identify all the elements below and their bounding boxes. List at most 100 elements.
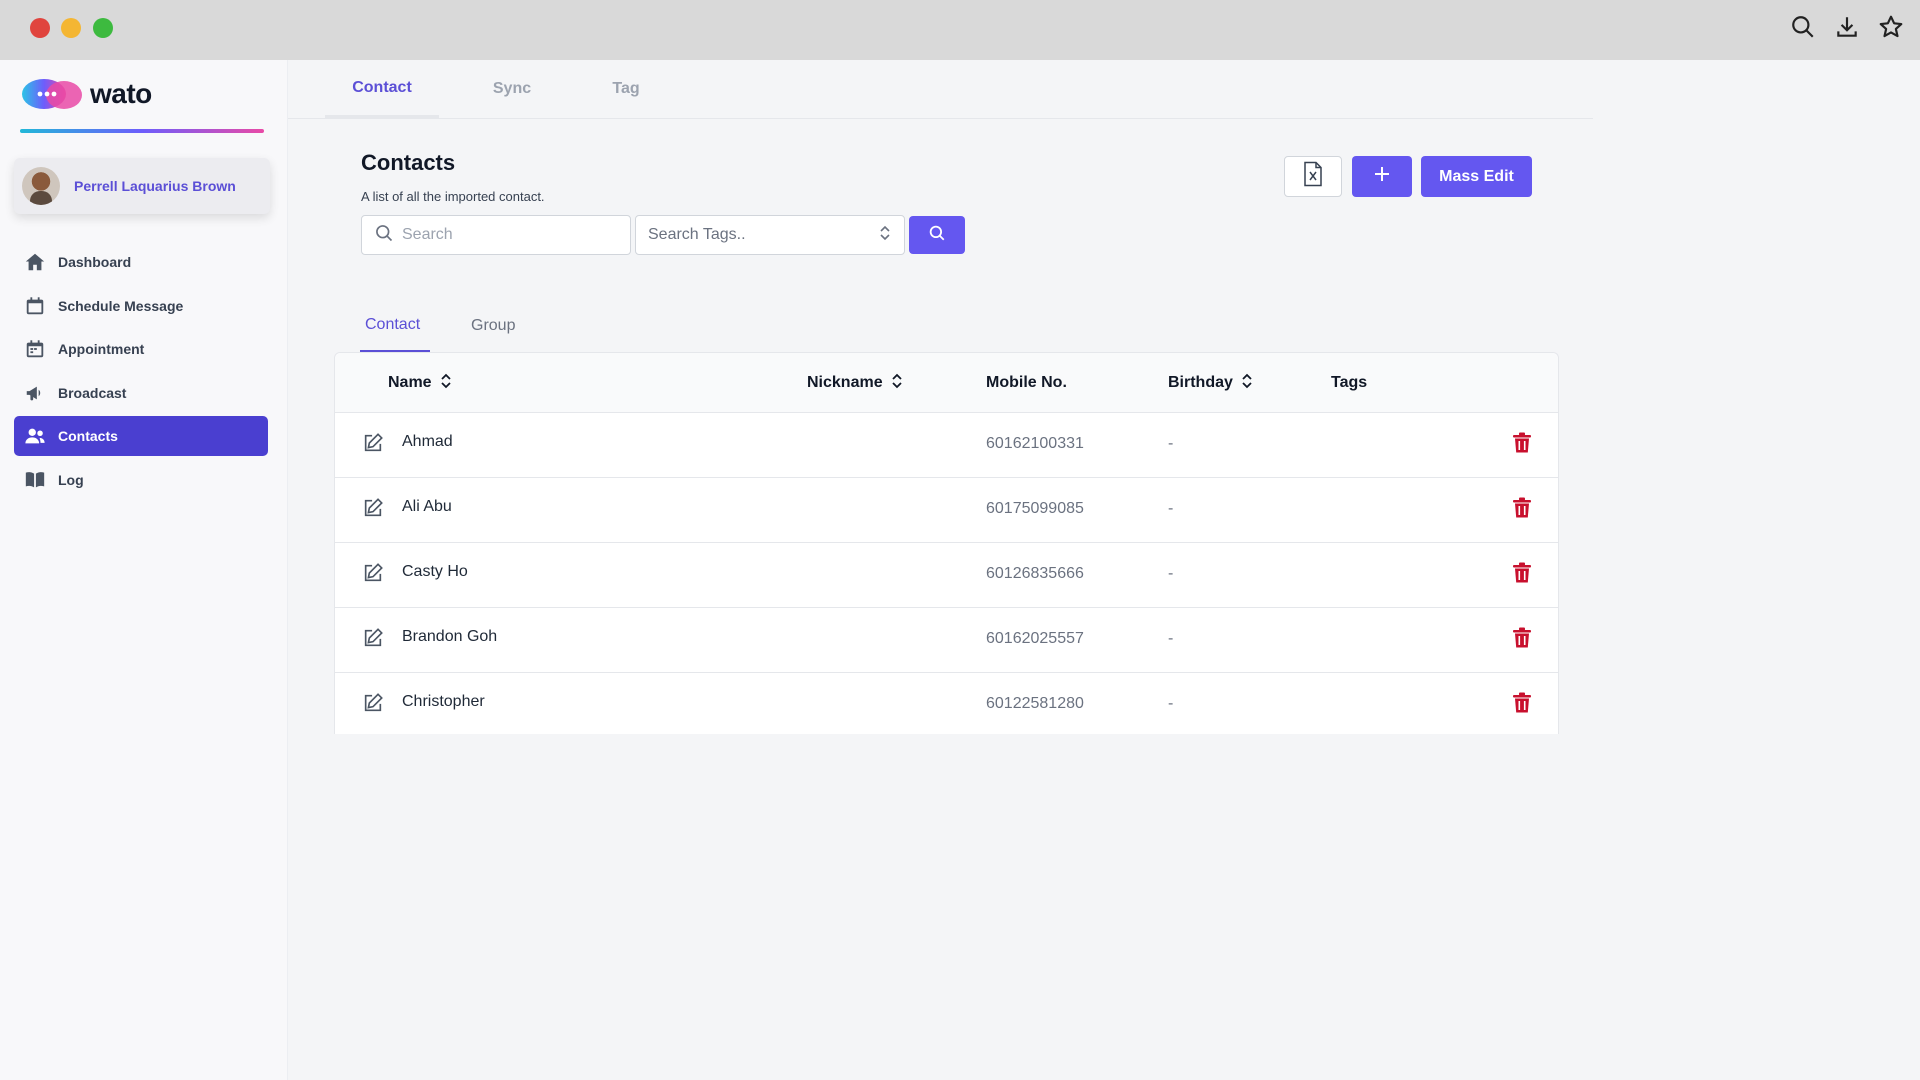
maximize-window-button[interactable] [93, 18, 113, 38]
cell-name: Christopher [402, 693, 485, 710]
sidebar-item-label: Contacts [58, 428, 118, 444]
avatar [22, 167, 60, 205]
table-header: Name Nickname Mobile No. Birthday Tags [335, 353, 1558, 413]
star-icon[interactable] [1878, 14, 1904, 40]
top-tabs: Contact Sync Tag [325, 60, 667, 118]
column-label: Birthday [1168, 374, 1233, 391]
page-title: Contacts [361, 150, 456, 175]
tag-search-placeholder: Search Tags.. [648, 226, 746, 243]
edit-icon[interactable] [362, 432, 384, 454]
calendar-icon [24, 338, 46, 360]
sidebar-item-schedule-message[interactable]: Schedule Message [14, 286, 268, 326]
edit-icon[interactable] [362, 692, 384, 714]
sidebar-item-label: Dashboard [58, 254, 132, 270]
trash-icon[interactable] [1512, 432, 1532, 454]
page-subtitle: A list of all the imported contact. [361, 189, 545, 204]
brand-logo[interactable]: wato [20, 76, 152, 112]
column-label: Tags [1331, 374, 1368, 391]
column-label: Nickname [807, 374, 883, 391]
cell-mobile: 60122581280 [986, 695, 1084, 712]
search-input[interactable] [402, 226, 602, 244]
chevron-up-down-icon [878, 224, 892, 247]
cell-name: Casty Ho [402, 563, 468, 580]
mass-edit-button[interactable]: Mass Edit [1421, 156, 1532, 197]
close-window-button[interactable] [30, 18, 50, 38]
cell-birthday: - [1168, 565, 1174, 582]
tab-contact[interactable]: Contact [325, 60, 439, 118]
search-icon[interactable] [1790, 14, 1816, 40]
column-header-tags: Tags [1331, 353, 1367, 413]
download-icon[interactable] [1834, 14, 1860, 40]
column-header-name[interactable]: Name [388, 353, 452, 413]
column-header-birthday[interactable]: Birthday [1168, 353, 1253, 413]
cell-birthday: - [1168, 630, 1174, 647]
cell-mobile: 60175099085 [986, 500, 1084, 517]
sidebar-item-dashboard[interactable]: Dashboard [14, 242, 268, 282]
edit-icon[interactable] [362, 497, 384, 519]
sidebar: wato Perrell Laquarius Brown Dashboard S… [0, 60, 288, 1080]
tab-tag[interactable]: Tag [585, 60, 667, 118]
export-excel-button[interactable] [1284, 156, 1342, 197]
tab-sync[interactable]: Sync [439, 60, 585, 118]
sort-icon [440, 372, 452, 395]
sidebar-item-log[interactable]: Log [14, 460, 268, 500]
sidebar-item-label: Appointment [58, 341, 145, 357]
trash-icon[interactable] [1512, 562, 1532, 584]
sidebar-item-label: Schedule Message [58, 297, 184, 314]
table-row: Ahmad 60162100331 - [335, 413, 1558, 478]
search-icon [928, 224, 946, 247]
cell-mobile: 60126835666 [986, 565, 1084, 582]
table-row: Ali Abu 60175099085 - [335, 478, 1558, 543]
add-contact-button[interactable] [1352, 156, 1412, 197]
cell-mobile: 60162100331 [986, 435, 1084, 452]
sort-icon [891, 372, 903, 395]
column-label: Name [388, 374, 432, 391]
sidebar-item-appointment[interactable]: Appointment [14, 329, 268, 369]
inner-tabs: Contact Group [360, 300, 520, 352]
cell-birthday: - [1168, 435, 1174, 452]
user-name: Perrell Laquarius Brown [74, 178, 236, 194]
table-row: Brandon Goh 60162025557 - [335, 608, 1558, 673]
trash-icon[interactable] [1512, 692, 1532, 714]
minimize-window-button[interactable] [61, 18, 81, 38]
sort-icon [1241, 372, 1253, 395]
home-icon [24, 251, 46, 273]
cell-mobile: 60162025557 [986, 630, 1084, 647]
cell-name: Ahmad [402, 433, 453, 450]
search-field [361, 215, 631, 255]
user-profile-card[interactable]: Perrell Laquarius Brown [14, 158, 270, 214]
tab-contact-list[interactable]: Contact [360, 300, 430, 352]
users-icon [24, 425, 46, 447]
cell-name: Ali Abu [402, 498, 452, 515]
megaphone-icon [24, 382, 46, 404]
trash-icon[interactable] [1512, 497, 1532, 519]
plus-icon [1372, 164, 1392, 189]
sidebar-item-label: Broadcast [58, 384, 127, 401]
cell-birthday: - [1168, 695, 1174, 712]
book-icon [24, 469, 46, 491]
sidebar-nav: Dashboard Schedule Message Appointment B… [14, 242, 268, 503]
window-titlebar [0, 0, 1920, 60]
calendar-icon [24, 295, 46, 317]
edit-icon[interactable] [362, 627, 384, 649]
search-button[interactable] [909, 216, 965, 254]
trash-icon[interactable] [1512, 627, 1532, 649]
table-row: Christopher 60122581280 - [335, 673, 1558, 738]
excel-file-icon [1302, 161, 1324, 192]
edit-icon[interactable] [362, 562, 384, 584]
wato-logo-icon [22, 79, 82, 109]
sidebar-item-broadcast[interactable]: Broadcast [14, 373, 268, 413]
brand-name: wato [90, 78, 152, 109]
column-label: Mobile No. [986, 374, 1067, 391]
cell-name: Brandon Goh [402, 628, 498, 645]
tab-group-list[interactable]: Group [466, 300, 520, 352]
column-header-mobile: Mobile No. [986, 353, 1067, 413]
search-icon [374, 223, 394, 248]
column-header-nickname[interactable]: Nickname [807, 353, 903, 413]
contacts-table: Name Nickname Mobile No. Birthday Tags A… [334, 352, 1559, 734]
sidebar-item-contacts[interactable]: Contacts [14, 416, 268, 456]
sidebar-item-label: Log [58, 471, 84, 488]
brand-divider [20, 129, 264, 133]
cell-birthday: - [1168, 500, 1174, 517]
tag-search-select[interactable]: Search Tags.. [635, 215, 905, 255]
